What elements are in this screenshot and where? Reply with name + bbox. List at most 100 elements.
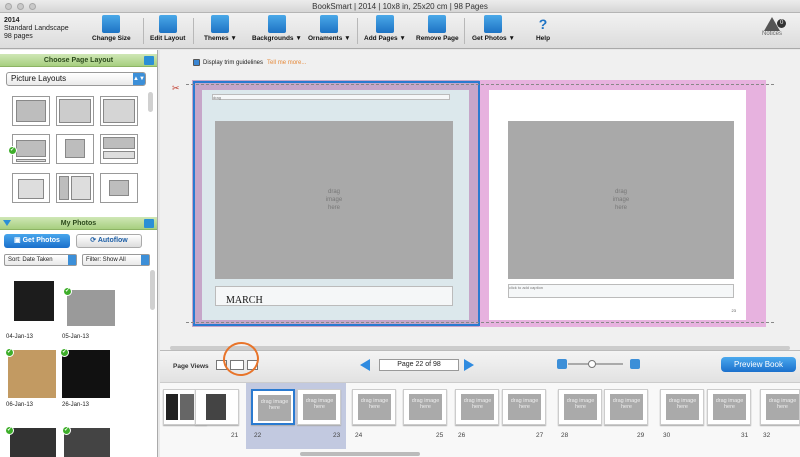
edit-layout-icon bbox=[158, 15, 177, 33]
used-check-icon: ✓ bbox=[5, 426, 14, 435]
question-icon: ? bbox=[538, 16, 548, 32]
zoom-slider[interactable] bbox=[568, 360, 623, 368]
page-thumbnail[interactable]: drag image here bbox=[251, 389, 295, 425]
photo-thumbnail[interactable] bbox=[64, 428, 110, 457]
page-thumbnail[interactable]: drag image here bbox=[455, 389, 499, 425]
preview-book-button[interactable]: Preview Book bbox=[721, 357, 796, 372]
palette-icon bbox=[211, 15, 230, 33]
zoom-out-icon[interactable] bbox=[557, 359, 567, 369]
page-indicator[interactable]: Page 22 of 98 bbox=[379, 359, 459, 371]
page-thumbnail[interactable]: drag image here bbox=[297, 389, 341, 425]
edit-layout-button[interactable]: Edit Layout bbox=[150, 15, 185, 42]
right-page[interactable]: drag image here click to add caption 23 bbox=[479, 80, 766, 327]
zoom-in-icon[interactable] bbox=[630, 359, 640, 369]
photo-icon bbox=[484, 15, 503, 33]
used-check-icon: ✓ bbox=[5, 348, 14, 357]
collapse-icon[interactable] bbox=[3, 220, 11, 226]
backgrounds-icon bbox=[267, 15, 286, 33]
layout-option[interactable] bbox=[100, 173, 138, 203]
book-size-icon bbox=[102, 15, 121, 33]
change-size-button[interactable]: Change Size bbox=[92, 15, 131, 42]
page-views-label: Page Views bbox=[173, 363, 209, 370]
layout-option[interactable] bbox=[56, 96, 94, 126]
page-thumbnail[interactable]: drag image here bbox=[558, 389, 602, 425]
notices-button[interactable]: 0 Notices bbox=[762, 17, 787, 37]
filmstrip-scrollbar[interactable] bbox=[300, 452, 420, 456]
layout-option[interactable] bbox=[12, 134, 50, 164]
page-number: 21 bbox=[231, 432, 239, 439]
page-number: 28 bbox=[561, 432, 569, 439]
expand-icon[interactable] bbox=[144, 219, 154, 228]
remove-page-icon bbox=[428, 15, 447, 33]
photos-scrollbar[interactable] bbox=[150, 270, 155, 310]
ornaments-button[interactable]: Ornaments ▼ bbox=[308, 15, 351, 42]
layout-option[interactable] bbox=[56, 173, 94, 203]
add-pages-button[interactable]: Add Pages ▼ bbox=[364, 15, 406, 42]
photo-placeholder[interactable]: drag image here bbox=[215, 121, 453, 279]
trim-line bbox=[186, 322, 774, 323]
sort-select[interactable]: Sort: Date Taken bbox=[4, 254, 77, 266]
page-thumbnail[interactable]: drag image here bbox=[352, 389, 396, 425]
photo-thumbnail[interactable] bbox=[10, 428, 56, 457]
header-text-box[interactable]: drag bbox=[212, 94, 450, 100]
page-number: 25 bbox=[436, 432, 444, 439]
prev-page-icon[interactable] bbox=[360, 359, 370, 371]
add-pages-label: Add Pages ▼ bbox=[364, 35, 406, 42]
get-photos-button[interactable]: ▣ Get Photos bbox=[4, 234, 70, 248]
help-label: Help bbox=[535, 35, 551, 42]
scissors-icon: ✂ bbox=[172, 83, 180, 93]
help-button[interactable]: ? Help bbox=[534, 15, 552, 42]
page-thumbnail[interactable]: drag image here bbox=[502, 389, 546, 425]
used-check-icon: ✓ bbox=[62, 426, 71, 435]
autoflow-button[interactable]: ⟳ Autoflow bbox=[76, 234, 142, 248]
page-number: 26 bbox=[458, 432, 466, 439]
autoflow-icon: ⟳ bbox=[90, 237, 98, 244]
layout-option[interactable] bbox=[100, 134, 138, 164]
photo-thumbnail[interactable] bbox=[8, 350, 56, 398]
page-thumbnail[interactable]: drag image here bbox=[604, 389, 648, 425]
photo-placeholder[interactable]: drag image here bbox=[508, 121, 734, 279]
themes-label: Themes ▼ bbox=[204, 35, 237, 42]
backgrounds-button[interactable]: Backgrounds ▼ bbox=[252, 15, 302, 42]
page-thumbnail[interactable]: drag image here bbox=[403, 389, 447, 425]
layout-option[interactable] bbox=[56, 134, 94, 164]
get-photos-toolbar-button[interactable]: Get Photos ▼ bbox=[472, 15, 515, 42]
page-thumbnail[interactable]: drag image here bbox=[660, 389, 704, 425]
photo-thumbnail[interactable] bbox=[67, 290, 115, 326]
page-number: 24 bbox=[355, 432, 363, 439]
photo-date: 04-Jan-13 bbox=[6, 334, 34, 340]
add-page-icon bbox=[375, 15, 394, 33]
left-page[interactable]: drag drag image here MARCH bbox=[192, 80, 479, 327]
caption-text[interactable]: MARCH bbox=[226, 295, 263, 306]
layout-type-select[interactable]: Picture Layouts ▲▼ bbox=[6, 72, 146, 86]
page-thumbnail[interactable]: drag image here bbox=[760, 389, 800, 425]
layout-option[interactable] bbox=[12, 96, 50, 126]
expand-icon[interactable] bbox=[144, 56, 154, 65]
selected-check-icon: ✓ bbox=[8, 146, 17, 155]
tell-me-more-link[interactable]: Tell me more... bbox=[267, 60, 306, 66]
photo-date: 05-Jan-13 bbox=[62, 334, 90, 340]
filter-select[interactable]: Filter: Show All bbox=[82, 254, 150, 266]
page-number: 23 bbox=[333, 432, 341, 439]
checkbox-icon[interactable] bbox=[193, 59, 200, 66]
trim-guidelines-toggle[interactable]: Display trim guidelines Tell me more... bbox=[193, 59, 306, 66]
page-number: 29 bbox=[637, 432, 645, 439]
layout-option[interactable] bbox=[12, 173, 50, 203]
page-number: 27 bbox=[536, 432, 544, 439]
remove-page-button[interactable]: Remove Page bbox=[416, 15, 459, 42]
photo-date: 26-Jan-13 bbox=[62, 402, 90, 408]
page-thumbnail[interactable] bbox=[195, 389, 239, 425]
photo-thumbnail[interactable] bbox=[14, 281, 54, 321]
photo-thumbnail[interactable] bbox=[62, 350, 110, 398]
themes-button[interactable]: Themes ▼ bbox=[204, 15, 237, 42]
page-thumbnail[interactable]: drag image here bbox=[707, 389, 751, 425]
window-controls[interactable] bbox=[5, 3, 36, 10]
zoom-knob[interactable] bbox=[588, 360, 596, 368]
layouts-scrollbar[interactable] bbox=[148, 92, 153, 112]
caption-text-box[interactable]: click to add caption bbox=[508, 284, 734, 298]
layout-option[interactable] bbox=[100, 96, 138, 126]
change-size-label: Change Size bbox=[92, 35, 131, 42]
chevron-down-icon: ▲▼ bbox=[133, 73, 145, 85]
trim-line bbox=[186, 84, 774, 85]
next-page-icon[interactable] bbox=[464, 359, 474, 371]
